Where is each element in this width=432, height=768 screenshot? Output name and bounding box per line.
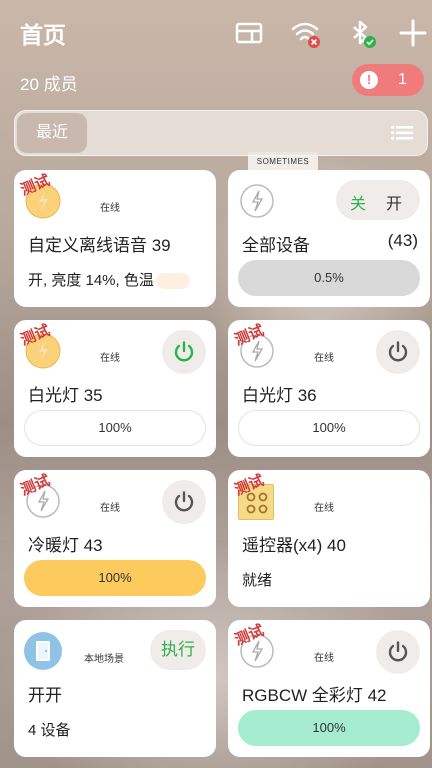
alert-count: 1	[398, 71, 407, 88]
scene-name: 开开	[28, 686, 62, 705]
device-name: 遥控器(x4) 40	[242, 536, 346, 555]
header: 首页	[0, 0, 432, 64]
color-temperature-swatch	[155, 273, 190, 290]
device-card-white-light-36[interactable]: 测试 在线 白光灯 36 100%	[228, 320, 430, 457]
all-on-button[interactable]: 开	[386, 190, 402, 214]
card-view-icon[interactable]	[234, 18, 264, 48]
execute-scene-button[interactable]: 执行	[150, 630, 206, 670]
door-icon	[24, 632, 62, 670]
status-text: 在线	[314, 353, 334, 364]
status-text: 在线	[314, 653, 334, 664]
brightness-bar[interactable]: 100%	[24, 410, 206, 446]
device-name: 白光灯 35	[28, 386, 103, 405]
status-text: 在线	[100, 353, 120, 364]
device-name: 白光灯 36	[242, 386, 317, 405]
power-off-icon	[174, 491, 194, 512]
wifi-off-icon[interactable]	[290, 18, 320, 48]
device-card-rgbcw-42[interactable]: 测试 在线 RGBCW 全彩灯 42 100%	[228, 620, 430, 757]
members-count[interactable]: 20 成员	[20, 70, 78, 95]
power-off-icon	[388, 341, 408, 362]
device-card-remote-40[interactable]: 测试 在线 遥控器(x4) 40 就绪	[228, 470, 430, 607]
alert-badge[interactable]: ! 1	[352, 64, 424, 96]
device-name: 全部设备	[242, 236, 310, 255]
bluetooth-connected-icon[interactable]	[346, 18, 376, 48]
device-card-all-devices[interactable]: 关 开 全部设备 (43) 0.5%	[228, 170, 430, 307]
all-off-button[interactable]: 关	[350, 190, 366, 214]
list-menu-icon[interactable]	[391, 126, 413, 140]
device-card-white-light-35[interactable]: 测试 在线 白光灯 35 100%	[14, 320, 216, 457]
status-text: 在线	[100, 203, 120, 214]
power-button[interactable]	[376, 330, 420, 374]
device-state: 开, 亮度 14%, 色温	[28, 269, 190, 290]
device-state: 就绪	[242, 572, 273, 589]
scene-type-text: 本地场景	[84, 654, 124, 665]
bulb-outline-icon	[238, 182, 276, 220]
device-name: RGBCW 全彩灯 42	[242, 686, 387, 705]
page-title: 首页	[20, 22, 66, 48]
add-icon[interactable]	[398, 18, 428, 48]
device-card-warm-light-43[interactable]: 测试 在线 冷暖灯 43 100%	[14, 470, 216, 607]
power-button[interactable]	[162, 330, 206, 374]
power-on-icon	[174, 341, 194, 362]
scene-device-count: 4 设备	[28, 722, 71, 739]
device-name: 冷暖灯 43	[28, 536, 103, 555]
alert-icon: !	[360, 71, 378, 89]
device-state-text: 开, 亮度 14%, 色温	[28, 272, 154, 289]
device-card-voice[interactable]: 测试 在线 自定义离线语音 39 开, 亮度 14%, 色温	[14, 170, 216, 307]
brightness-bar[interactable]: 0.5%	[238, 260, 420, 296]
all-devices-toggle[interactable]: 关 开	[336, 180, 420, 220]
status-text: 在线	[314, 503, 334, 514]
power-button[interactable]	[162, 480, 206, 524]
device-name: 自定义离线语音 39	[28, 236, 171, 255]
device-count: (43)	[387, 231, 418, 250]
power-button[interactable]	[376, 630, 420, 674]
brightness-bar[interactable]: 100%	[238, 410, 420, 446]
status-text: 在线	[100, 503, 120, 514]
room-filter-bar: 最近	[14, 110, 428, 156]
brightness-bar[interactable]: 100%	[238, 710, 420, 746]
brightness-bar[interactable]: 100%	[24, 560, 206, 596]
power-off-icon	[388, 641, 408, 662]
tab-recent[interactable]: 最近	[17, 113, 87, 153]
scene-card-kaikai[interactable]: 本地场景 执行 开开 4 设备	[14, 620, 216, 757]
